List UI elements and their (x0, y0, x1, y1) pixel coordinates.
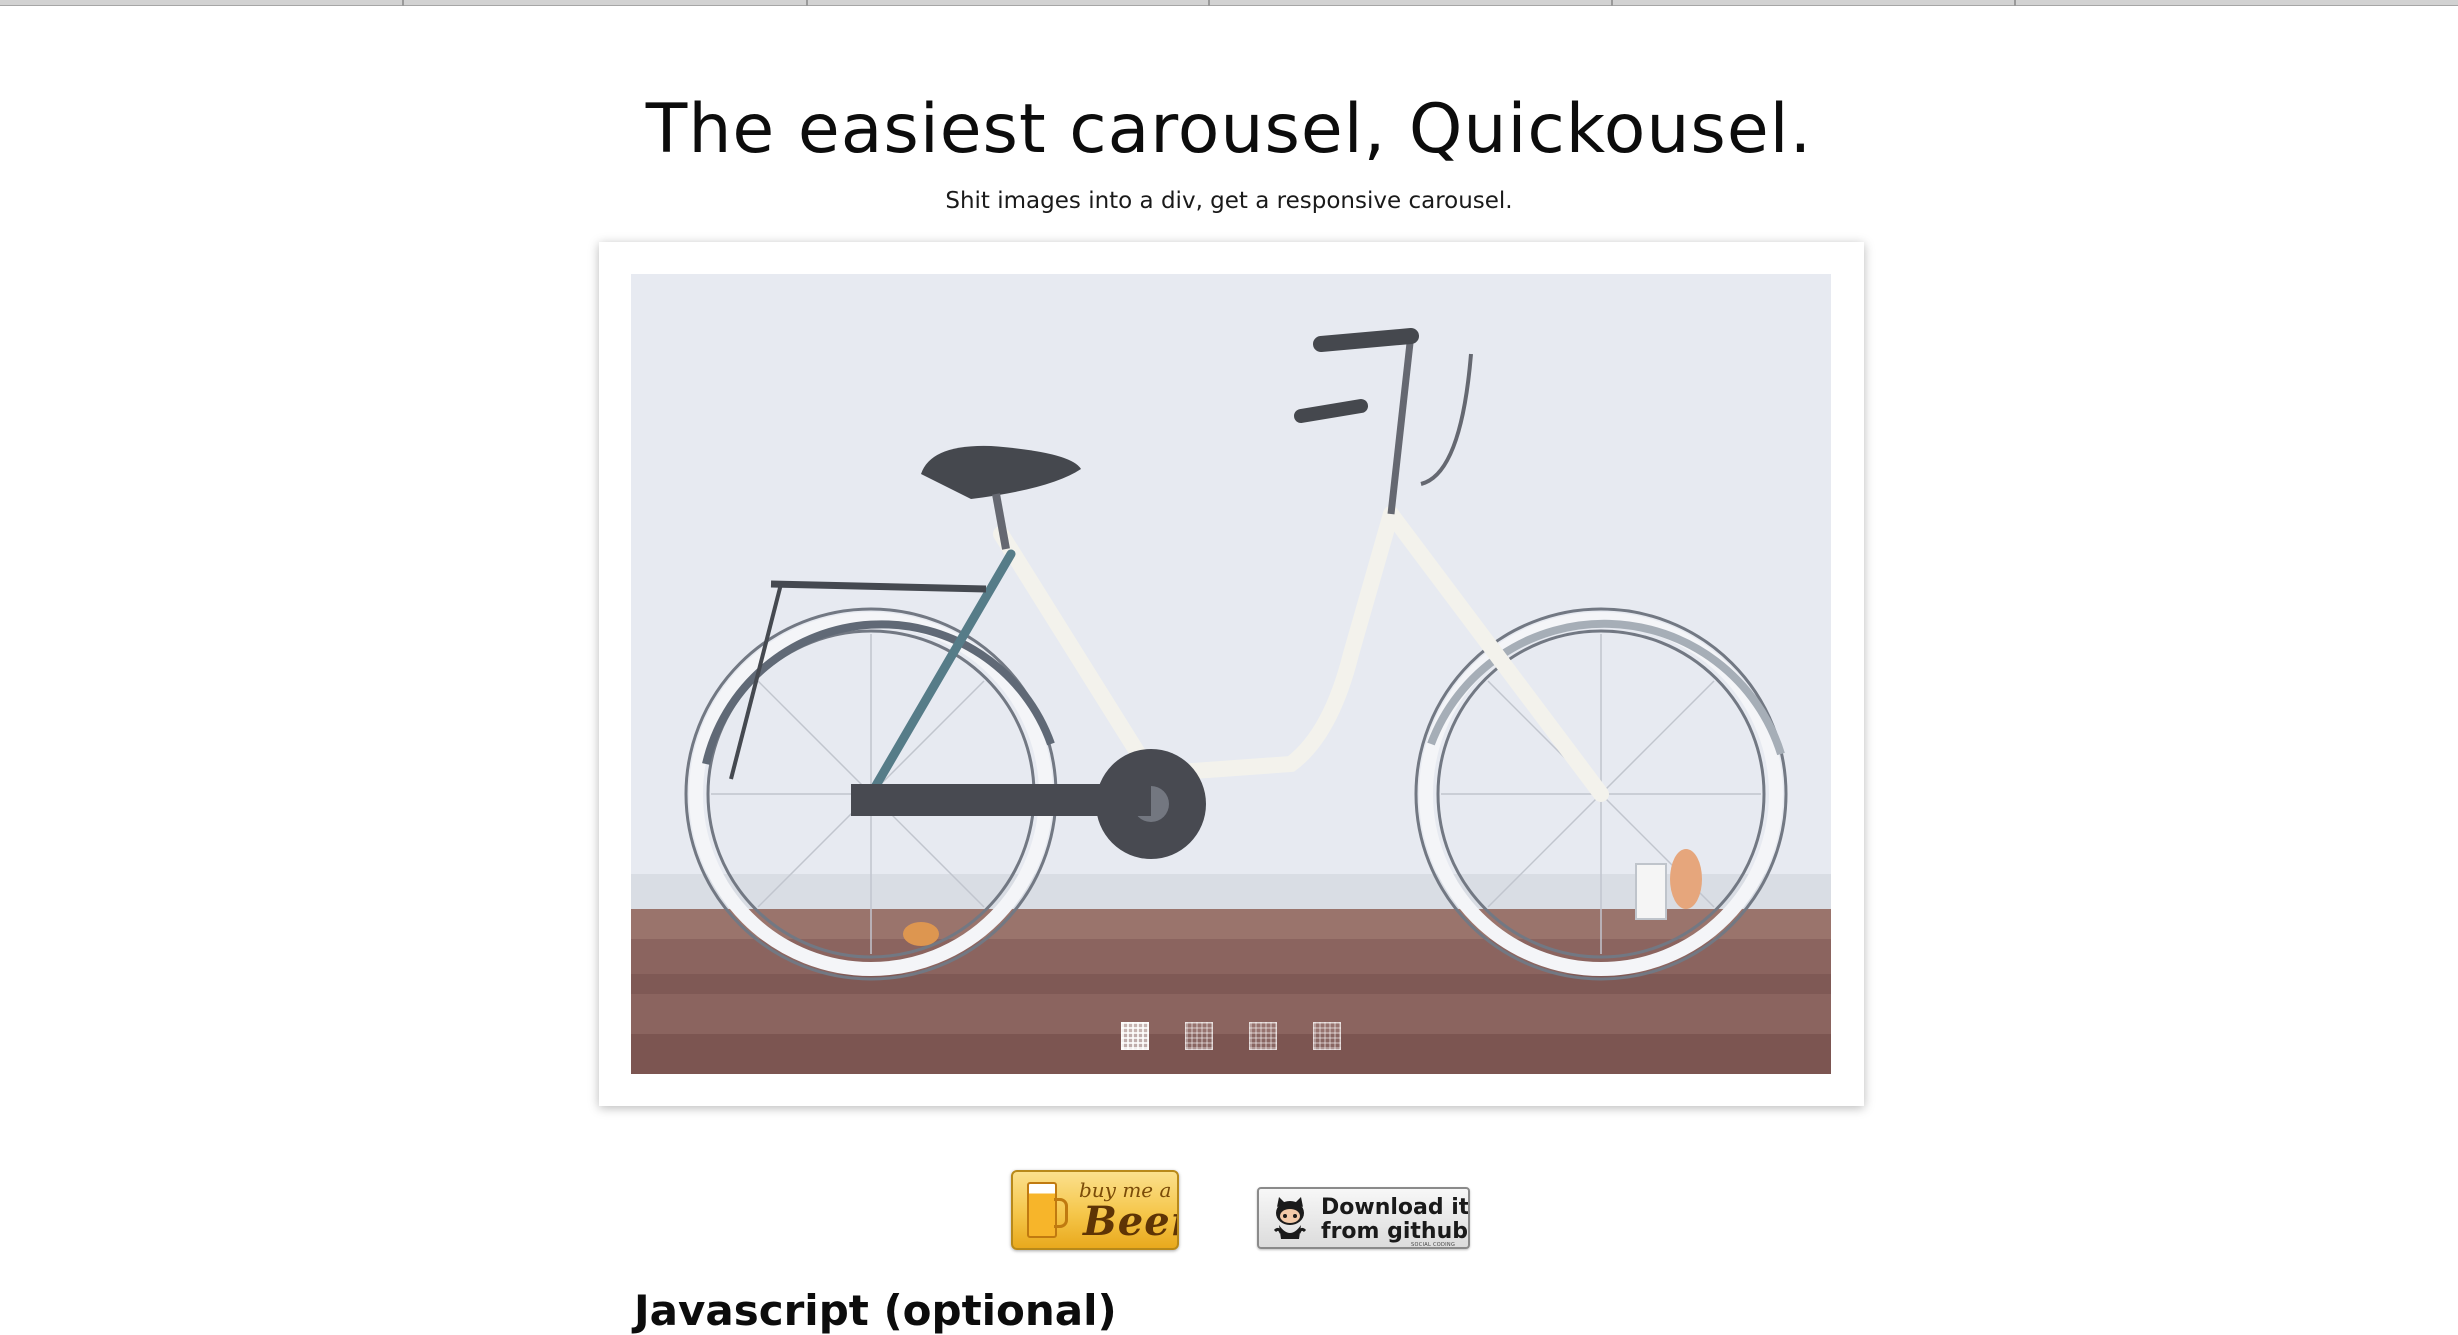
browser-top-strip (0, 0, 2458, 6)
beer-mug-icon (1027, 1182, 1068, 1238)
bicycle-photo (631, 274, 1831, 1074)
tab-divider (1208, 0, 1210, 6)
github-button-line2: from github (1321, 1219, 1468, 1244)
download-from-github-button[interactable]: Download it from github SOCIAL CODING (1257, 1187, 1470, 1249)
github-button-tagline: SOCIAL CODING (1411, 1242, 1456, 1248)
carousel-dot-2[interactable] (1185, 1022, 1213, 1050)
carousel (599, 242, 1864, 1106)
tab-divider (806, 0, 808, 6)
carousel-slide-bicycle[interactable] (631, 274, 1831, 1074)
javascript-section-heading: Javascript (optional) (634, 1286, 1117, 1335)
tab-divider (402, 0, 404, 6)
page-subtitle: Shit images into a div, get a responsive… (945, 188, 1513, 214)
carousel-dot-1[interactable] (1121, 1022, 1149, 1050)
carousel-dot-4[interactable] (1313, 1022, 1341, 1050)
octocat-icon (1273, 1197, 1307, 1239)
tab-divider (1611, 0, 1613, 6)
tab-divider (2014, 0, 2016, 6)
buy-me-a-beer-button[interactable]: buy me a Beer (1011, 1170, 1179, 1250)
github-button-line1: Download it (1321, 1195, 1470, 1220)
carousel-pagination (631, 1022, 1831, 1050)
beer-button-line2: Beer (1083, 1198, 1177, 1245)
carousel-dot-3[interactable] (1249, 1022, 1277, 1050)
page-title: The easiest carousel, Quickousel. (645, 90, 1813, 169)
